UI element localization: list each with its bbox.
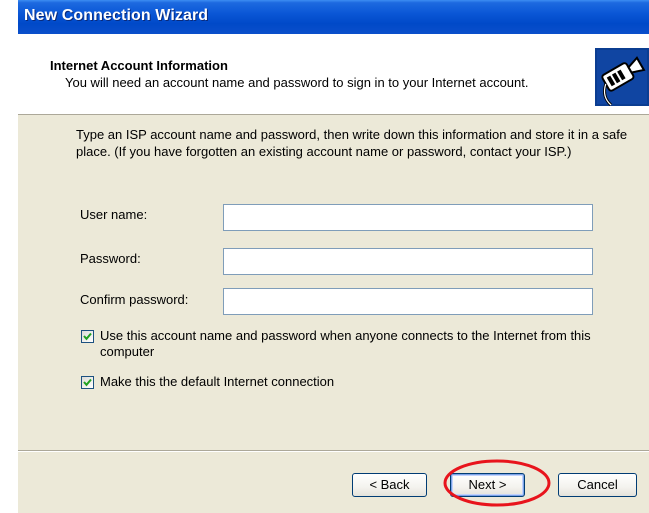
- confirm-password-label: Confirm password:: [80, 292, 189, 307]
- page-heading: Internet Account Information: [50, 58, 228, 73]
- back-button[interactable]: < Back: [352, 473, 427, 497]
- page-subheading: You will need an account name and passwo…: [65, 75, 529, 90]
- wizard-header: Internet Account Information You will ne…: [18, 34, 649, 115]
- wizard-body: Type an ISP account name and password, t…: [18, 115, 649, 450]
- network-cable-icon: [595, 48, 649, 106]
- wizard-window: New Connection Wizard Internet Account I…: [18, 0, 649, 513]
- cancel-button[interactable]: Cancel: [558, 473, 637, 497]
- window-title: New Connection Wizard: [24, 7, 209, 24]
- footer-divider: [18, 450, 649, 452]
- use-account-label[interactable]: Use this account name and password when …: [100, 328, 640, 360]
- user-name-label: User name:: [80, 207, 148, 222]
- title-bar[interactable]: New Connection Wizard: [18, 0, 649, 34]
- next-button[interactable]: Next >: [450, 473, 525, 497]
- password-field[interactable]: [223, 248, 593, 275]
- instructions-text: Type an ISP account name and password, t…: [76, 127, 628, 159]
- default-connection-checkbox[interactable]: [81, 376, 94, 389]
- password-label: Password:: [80, 251, 141, 266]
- checkmark-icon: [83, 378, 92, 387]
- default-connection-label[interactable]: Make this the default Internet connectio…: [100, 374, 334, 390]
- checkmark-icon: [83, 332, 92, 341]
- use-account-checkbox[interactable]: [81, 330, 94, 343]
- user-name-field[interactable]: [223, 204, 593, 231]
- confirm-password-field[interactable]: [223, 288, 593, 315]
